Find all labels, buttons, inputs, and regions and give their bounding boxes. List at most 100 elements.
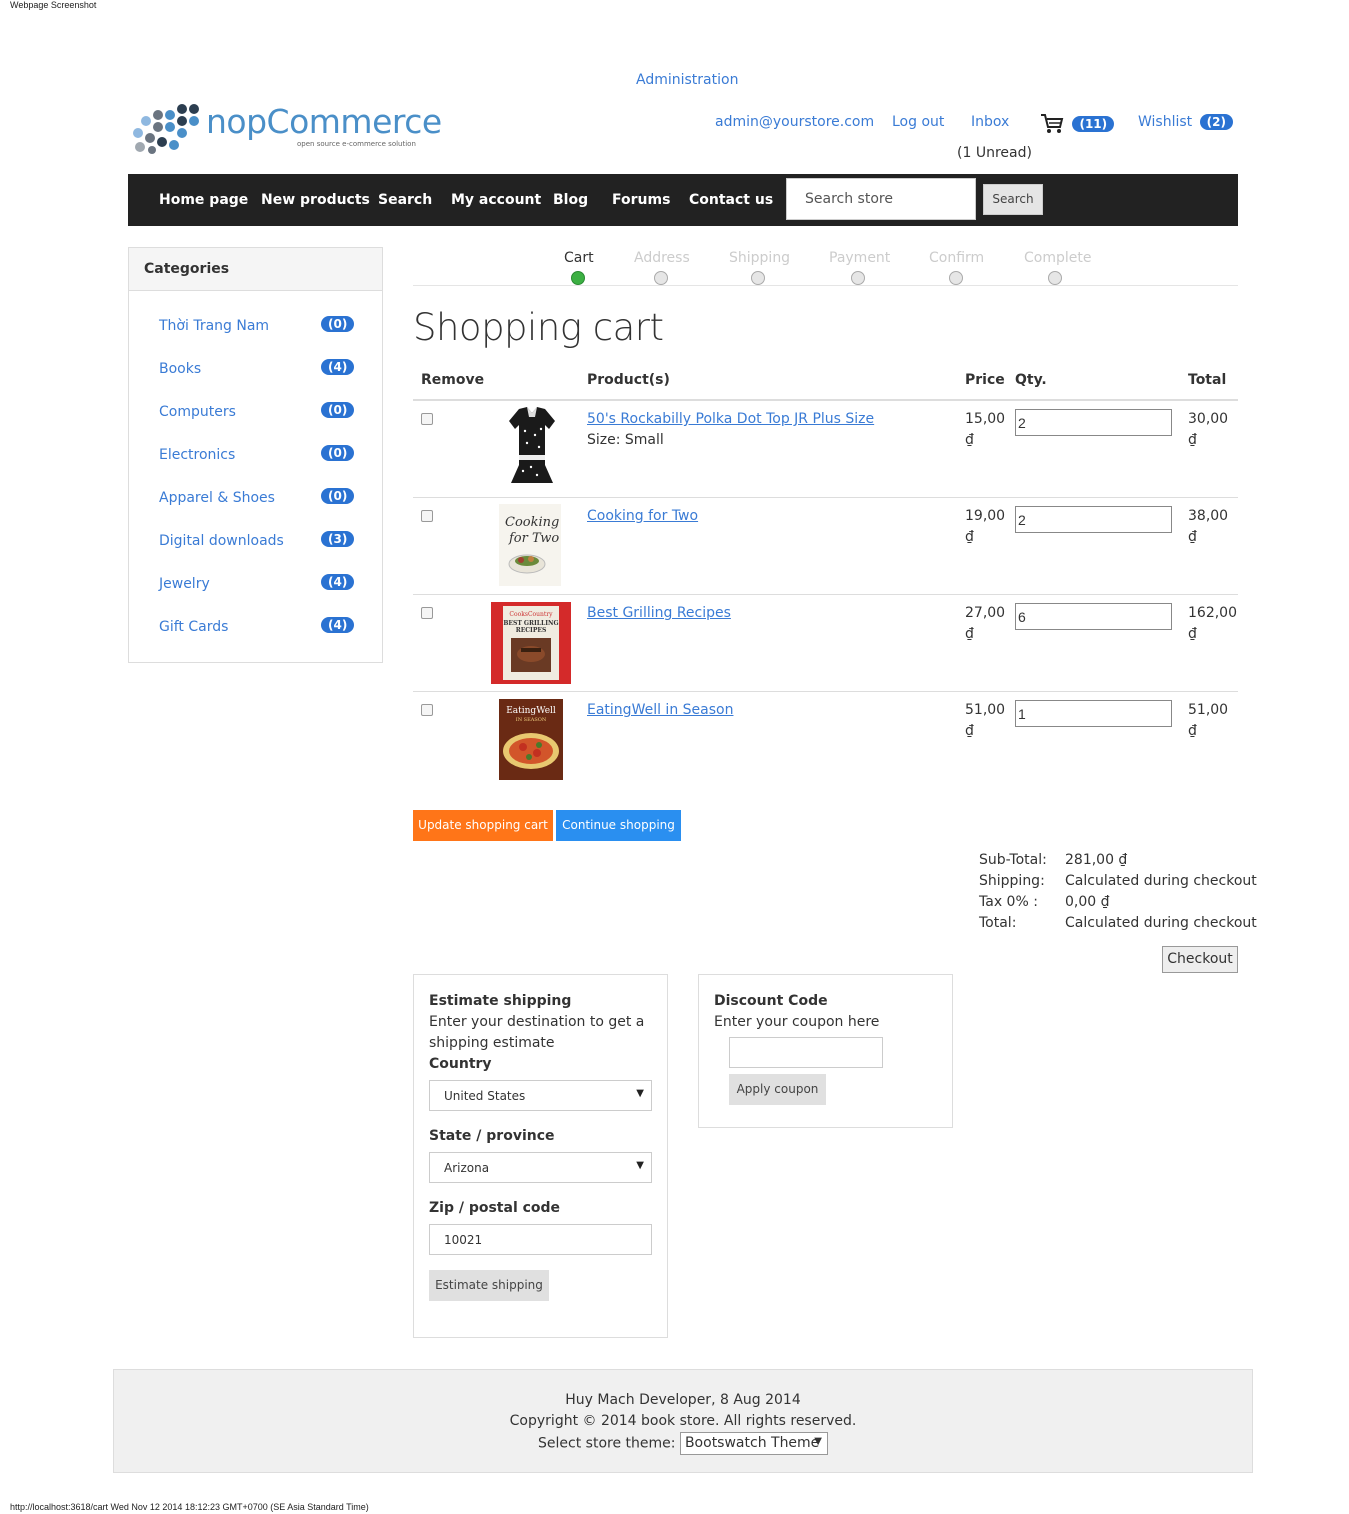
continue-shopping-button[interactable]: Continue shopping — [556, 810, 681, 841]
step-shipping-dot — [751, 271, 765, 285]
category-link[interactable]: Digital downloads — [159, 533, 284, 549]
remove-checkbox[interactable] — [421, 510, 433, 522]
logo-text: nopCommerce — [206, 102, 442, 141]
logo-tagline: open source e-commerce solution — [297, 140, 416, 148]
table-header-divider — [413, 399, 1238, 401]
quantity-input[interactable] — [1015, 603, 1172, 630]
polka-dot-top-image[interactable] — [497, 405, 567, 485]
store-theme-label: Select store theme: — [538, 1435, 676, 1452]
category-count-badge: (4) — [321, 617, 355, 633]
step-confirm-label: Confirm — [929, 250, 985, 266]
quantity-input[interactable] — [1015, 700, 1172, 727]
remove-checkbox[interactable] — [421, 413, 433, 425]
status-bar-url: http://localhost:3618/cart Wed Nov 12 20… — [10, 1502, 369, 1512]
currency-symbol: ₫ — [965, 626, 974, 642]
nav-home-page[interactable]: Home page — [159, 192, 248, 208]
category-link[interactable]: Electronics — [159, 447, 235, 463]
nav-new-products[interactable]: New products — [261, 192, 370, 208]
discount-code-title: Discount Code — [714, 993, 828, 1009]
shipping-label: Shipping: — [979, 873, 1045, 889]
nav-blog[interactable]: Blog — [553, 192, 588, 208]
svg-text:BEST GRILLING: BEST GRILLING — [503, 620, 558, 627]
logo-dots-icon — [133, 104, 199, 154]
product-name-link[interactable]: Best Grilling Recipes — [587, 605, 731, 621]
shopping-cart-link[interactable]: (11) — [1040, 113, 1115, 135]
steps-divider — [413, 285, 1238, 286]
dropdown-arrow-icon: ▼ — [636, 1160, 644, 1171]
remove-checkbox[interactable] — [421, 704, 433, 716]
store-theme-value: Bootswatch Theme — [684, 1435, 820, 1451]
screenshot-caption: Webpage Screenshot — [10, 0, 97, 10]
nav-search[interactable]: Search — [378, 192, 432, 208]
inbox-link[interactable]: Inbox — [971, 114, 1009, 130]
step-cart-dot — [571, 271, 585, 285]
category-link[interactable]: Gift Cards — [159, 619, 228, 635]
eatingwell-in-season-book-image[interactable]: EatingWell IN SEASON — [499, 699, 563, 780]
category-link[interactable]: Jewelry — [159, 576, 210, 592]
category-link[interactable]: Computers — [159, 404, 236, 420]
administration-link[interactable]: Administration — [636, 72, 738, 88]
store-logo[interactable]: nopCommerce open source e-commerce solut… — [132, 102, 442, 154]
col-products-header: Product(s) — [587, 372, 670, 388]
checkout-button[interactable]: Checkout — [1162, 946, 1238, 973]
search-button[interactable]: Search — [983, 184, 1043, 215]
quantity-input[interactable] — [1015, 506, 1172, 533]
book-cover-icon: CooksCountry BEST GRILLING RECIPES — [491, 602, 571, 684]
tax-value: 0,00 ₫ — [1065, 894, 1110, 910]
footer-copyright: Copyright © 2014 book store. All rights … — [509, 1413, 857, 1429]
footer-credit: Huy Mach Developer, 8 Aug 2014 — [565, 1392, 801, 1408]
store-theme-row: Select store theme: Bootswatch Theme ▼ — [114, 1432, 1252, 1455]
apply-coupon-button[interactable]: Apply coupon — [729, 1074, 826, 1105]
update-cart-button[interactable]: Update shopping cart — [413, 810, 553, 841]
shipping-value: Calculated during checkout — [1065, 873, 1257, 889]
best-grilling-recipes-book-image[interactable]: CooksCountry BEST GRILLING RECIPES — [491, 602, 571, 684]
category-count-badge: (3) — [321, 531, 355, 547]
currency-symbol: ₫ — [1188, 529, 1197, 545]
account-email-link[interactable]: admin@yourstore.com — [715, 114, 874, 130]
unit-price-value: 27,00 — [965, 605, 1006, 621]
inbox-unread-count: (1 Unread) — [957, 145, 1032, 161]
wishlist-link[interactable]: Wishlist (2) — [1138, 114, 1233, 130]
product-name-link[interactable]: EatingWell in Season — [587, 702, 733, 718]
remove-checkbox[interactable] — [421, 607, 433, 619]
product-attribute: Size: Small — [587, 432, 664, 448]
nav-forums[interactable]: Forums — [612, 192, 670, 208]
search-store-input[interactable]: Search store — [786, 178, 976, 220]
category-link[interactable]: Thời Trang Nam — [159, 318, 269, 334]
state-select[interactable]: Arizona ▼ — [429, 1152, 652, 1183]
col-remove-header: Remove — [421, 372, 485, 388]
unit-price: 27,00 ₫ — [965, 603, 1005, 645]
row-total-value: 162,00 — [1188, 605, 1237, 621]
quantity-input[interactable] — [1015, 409, 1172, 436]
nav-contact-us[interactable]: Contact us — [689, 192, 773, 208]
state-select-value: Arizona — [444, 1161, 490, 1175]
cooking-for-two-book-image[interactable]: Cooking for Two — [497, 504, 563, 586]
category-count-badge: (0) — [321, 445, 355, 461]
categories-title: Categories — [129, 248, 382, 291]
step-cart-label[interactable]: Cart — [564, 250, 594, 266]
unit-price: 15,00 ₫ — [965, 409, 1005, 451]
cart-count-badge: (11) — [1072, 116, 1115, 132]
country-label: Country — [429, 1056, 492, 1072]
product-name-link[interactable]: 50's Rockabilly Polka Dot Top JR Plus Si… — [587, 411, 874, 427]
country-select[interactable]: United States ▼ — [429, 1080, 652, 1111]
category-link[interactable]: Books — [159, 361, 201, 377]
page-title: Shopping cart — [413, 306, 664, 349]
estimate-shipping-title: Estimate shipping — [429, 993, 572, 1009]
col-total-header: Total — [1188, 372, 1227, 388]
zip-input[interactable]: 10021 — [429, 1224, 652, 1255]
category-count-badge: (0) — [321, 402, 355, 418]
row-total-value: 30,00 — [1188, 411, 1229, 427]
book-cover-icon: Cooking for Two — [499, 504, 561, 586]
svg-text:for Two: for Two — [508, 531, 559, 546]
unit-price-value: 51,00 — [965, 702, 1006, 718]
store-theme-select[interactable]: Bootswatch Theme ▼ — [679, 1432, 828, 1455]
row-total-value: 51,00 — [1188, 702, 1229, 718]
coupon-code-input[interactable] — [729, 1037, 883, 1068]
category-link[interactable]: Apparel & Shoes — [159, 490, 275, 506]
nav-my-account[interactable]: My account — [451, 192, 541, 208]
estimate-shipping-button[interactable]: Estimate shipping — [429, 1270, 549, 1301]
svg-text:IN SEASON: IN SEASON — [516, 717, 547, 723]
logout-link[interactable]: Log out — [892, 114, 944, 130]
product-name-link[interactable]: Cooking for Two — [587, 508, 698, 524]
